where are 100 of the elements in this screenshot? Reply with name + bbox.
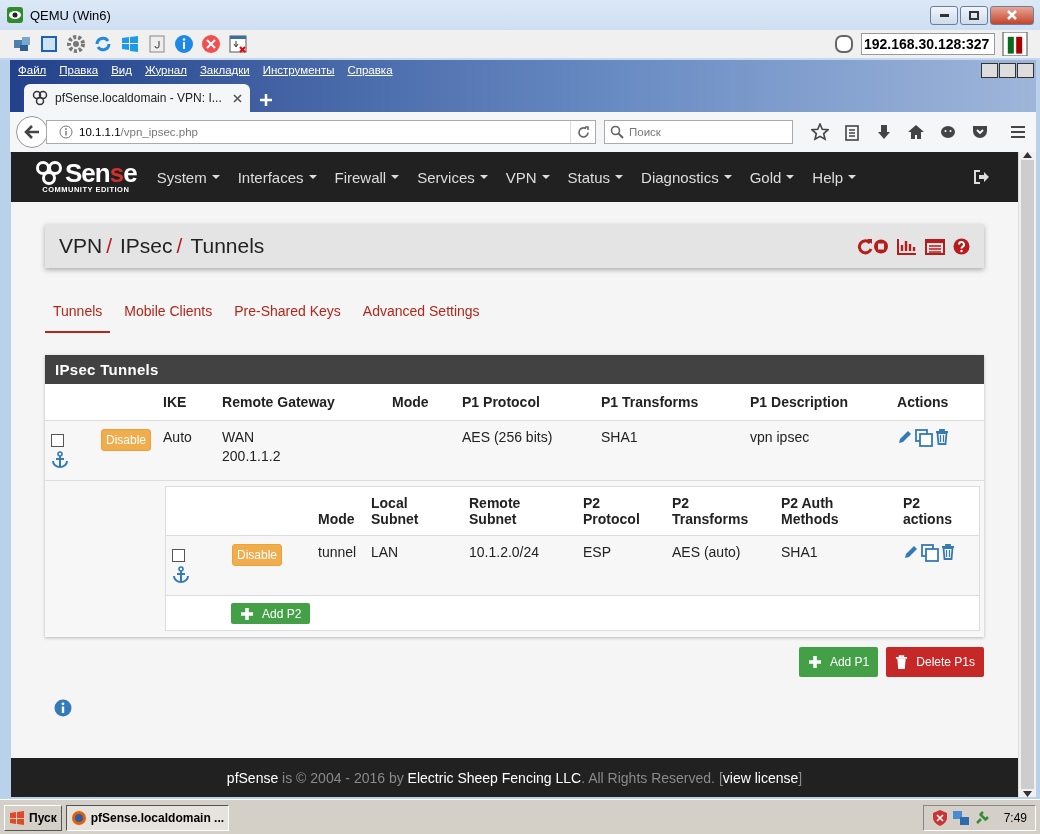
menu-icon[interactable] xyxy=(1009,123,1027,141)
maximize-button[interactable] xyxy=(960,5,988,25)
close-button[interactable] xyxy=(990,5,1034,25)
nav-menu[interactable]: Help xyxy=(812,168,857,186)
menu-item[interactable]: Справка xyxy=(347,64,393,76)
network-icon[interactable] xyxy=(12,34,32,54)
column-header: P1 Transforms xyxy=(595,384,745,421)
footer-text: pfSense is © 2004 - 2016 by Electric Sheep Fencing LLC. All Rights Reserved. [ xyxy=(226,769,723,786)
breadcrumb-separator: / xyxy=(106,234,113,258)
scroll-down-icon[interactable] xyxy=(1023,791,1032,797)
download-icon[interactable] xyxy=(228,34,248,54)
column-header: P2 Protocol xyxy=(577,487,666,536)
star-icon[interactable] xyxy=(811,123,829,141)
nav-menu[interactable]: Interfaces xyxy=(237,168,317,186)
logo-circles-icon xyxy=(35,160,65,185)
table-cell: vpn ipsec xyxy=(744,420,892,480)
minimize-button[interactable] xyxy=(981,62,998,78)
start-button[interactable]: Пуск xyxy=(4,804,62,831)
clipboard-icon[interactable] xyxy=(843,123,861,141)
tab[interactable]: Mobile Clients xyxy=(116,303,221,333)
menu-item[interactable]: Файл xyxy=(18,64,47,76)
menu-item[interactable]: Вид xyxy=(111,64,132,76)
close-icon[interactable] xyxy=(201,34,221,54)
menu-item[interactable]: Правка xyxy=(59,64,99,76)
checkbox[interactable] xyxy=(172,549,185,562)
tab[interactable]: Tunnels xyxy=(45,303,111,333)
trash-icon xyxy=(895,654,909,670)
table-cell: tunnel xyxy=(312,535,365,596)
browser-icon xyxy=(70,809,87,826)
nav-menu[interactable]: Gold xyxy=(749,168,795,186)
chart-icon[interactable] xyxy=(897,237,917,255)
table-cell: ESP xyxy=(577,535,666,596)
nav-menu[interactable]: Status xyxy=(567,168,624,186)
info-icon[interactable] xyxy=(54,699,72,717)
anchor-icon[interactable] xyxy=(51,451,69,469)
document-icon[interactable] xyxy=(147,34,167,54)
nav-menu[interactable]: Firewall xyxy=(334,168,400,186)
menu-item[interactable]: Инструменты xyxy=(262,64,335,76)
tab[interactable]: Advanced Settings xyxy=(354,303,488,333)
pocket-icon[interactable] xyxy=(971,123,989,141)
menu-item[interactable]: Закладки xyxy=(199,64,250,76)
anchor-icon[interactable] xyxy=(172,566,190,584)
close-button[interactable] xyxy=(1017,62,1034,78)
column-header: P2 Auth Methods xyxy=(775,487,897,536)
table-cell: 10.1.2.0/24 xyxy=(463,535,577,596)
clock: 7:49 xyxy=(1003,810,1027,825)
panel-title: IPsec Tunnels xyxy=(45,355,984,384)
help-icon[interactable] xyxy=(953,237,970,255)
breadcrumb-item[interactable]: VPN xyxy=(59,234,103,258)
checkbox[interactable] xyxy=(51,434,64,447)
nav-menu[interactable]: Diagnostics xyxy=(641,168,732,186)
maximize-icon xyxy=(969,10,979,20)
table-cell-text: 200.1.1.2 xyxy=(222,448,282,464)
delete-button[interactable]: Delete P1s xyxy=(886,647,984,677)
settings-icon[interactable] xyxy=(66,34,86,54)
network-icon[interactable] xyxy=(951,809,970,826)
home-icon[interactable] xyxy=(907,123,925,141)
refresh-icon[interactable] xyxy=(93,34,113,54)
minimize-icon xyxy=(939,13,949,17)
browser-tab[interactable]: pfSense.localdomain - VPN: I... xyxy=(24,84,250,112)
fullscreen-icon[interactable] xyxy=(39,34,59,54)
table-cell: AES (256 bits) xyxy=(456,420,596,480)
info-icon[interactable] xyxy=(174,34,194,54)
footer-text: ] xyxy=(798,769,803,786)
taskbar-button[interactable]: pfSense.localdomain ... xyxy=(65,804,230,831)
windows-logo-icon xyxy=(9,810,25,825)
edit-icon[interactable] xyxy=(903,544,919,560)
restart-icon[interactable] xyxy=(857,237,889,255)
copy-icon[interactable] xyxy=(915,429,934,447)
trash-icon[interactable] xyxy=(935,429,950,445)
copy-icon[interactable] xyxy=(921,544,939,562)
column-header: P1 Protocol xyxy=(456,384,596,421)
nav-menu[interactable]: System xyxy=(156,168,220,186)
shield-icon[interactable] xyxy=(931,808,948,827)
breadcrumb-item[interactable]: IPsec xyxy=(120,234,173,258)
plus-icon xyxy=(240,606,254,621)
reload-icon[interactable] xyxy=(576,125,590,139)
restore-button[interactable] xyxy=(999,62,1016,78)
logout-icon[interactable] xyxy=(974,170,990,184)
trash-icon[interactable] xyxy=(941,544,955,560)
download-icon[interactable] xyxy=(875,123,893,141)
address-bar[interactable]: 10.1.1.1/vpn_ipsec.php xyxy=(46,120,596,144)
scrollbar[interactable] xyxy=(1018,152,1036,797)
search-field[interactable]: Поиск xyxy=(604,120,793,144)
address-field[interactable]: 192.168.30.128:327 xyxy=(861,33,995,55)
log-icon[interactable] xyxy=(925,237,945,255)
windows-icon[interactable] xyxy=(120,34,140,54)
minimize-button[interactable] xyxy=(930,5,958,25)
new-tab-icon[interactable] xyxy=(260,94,272,106)
back-button[interactable] xyxy=(16,116,48,148)
column-header: P1 Description xyxy=(744,384,892,421)
close-icon[interactable] xyxy=(233,93,242,103)
smiley-icon[interactable] xyxy=(939,123,957,141)
edit-icon[interactable] xyxy=(897,429,914,445)
logo-text: Sense xyxy=(65,160,137,185)
column-header: Mode xyxy=(312,487,365,536)
tab[interactable]: Pre-Shared Keys xyxy=(226,303,349,333)
menu-item[interactable]: Журнал xyxy=(144,64,187,76)
nav-menu[interactable]: Services xyxy=(417,168,488,186)
nav-menu[interactable]: VPN xyxy=(505,168,550,186)
